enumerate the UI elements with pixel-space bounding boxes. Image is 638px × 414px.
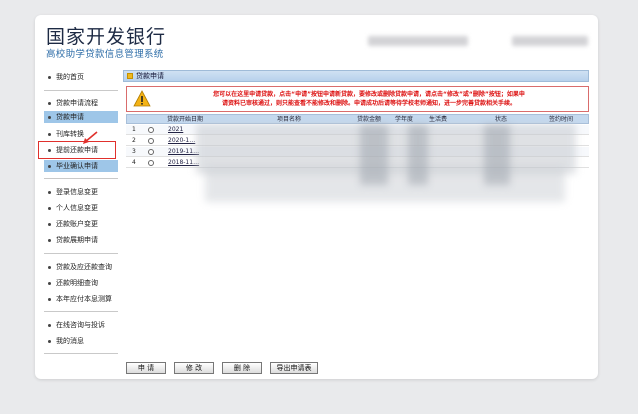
sidebar-divider (44, 311, 118, 312)
warning-icon (133, 90, 151, 107)
sidebar-item-label: 登录信息变更 (56, 188, 98, 196)
sidebar-item-account-change[interactable]: 还款账户变更 (44, 218, 118, 230)
sidebar-item-label: 我的首页 (56, 73, 84, 81)
sidebar-item-loan-query[interactable]: 贷款及应还款查询 (44, 261, 118, 273)
notice-box: 您可以在这里申请贷款，点击“申请”按钮申请新贷款，要修改或删除贷款申请，请点击“… (126, 86, 589, 112)
sidebar-item-label: 刊库转换 (56, 130, 84, 138)
row-select-radio[interactable] (148, 160, 154, 166)
sidebar-divider (44, 90, 118, 91)
bullet-icon (48, 164, 51, 168)
bullet-icon (48, 281, 51, 285)
sidebar-item-personal-change[interactable]: 个人信息变更 (44, 202, 118, 214)
bullet-icon (48, 323, 51, 327)
table-header-row: 贷款开始日期 项目名称 贷款金额 学年度 生活费 状态 签约时间 (126, 114, 589, 124)
bullet-icon (48, 132, 51, 136)
row-select-radio[interactable] (148, 127, 154, 133)
row-select-radio[interactable] (148, 149, 154, 155)
col-header-start-date: 贷款开始日期 (167, 116, 204, 123)
col-header-status: 状态 (495, 116, 508, 123)
bullet-icon (48, 75, 51, 79)
sidebar-item-repay-detail[interactable]: 还款明细查询 (44, 277, 118, 289)
sidebar-item-interest-calc[interactable]: 本年应付本息测算 (44, 293, 118, 305)
sidebar-item-label: 贷款及应还款查询 (56, 263, 112, 271)
row-number: 3 (132, 148, 136, 155)
bullet-icon (48, 265, 51, 269)
annotation-arrow-icon (83, 131, 98, 144)
export-button[interactable]: 导出申请表 (270, 362, 318, 374)
sidebar-item-label: 个人信息变更 (56, 204, 98, 212)
bullet-icon (48, 297, 51, 301)
row-number: 1 (132, 126, 136, 133)
col-header-living-cost: 生活费 (429, 116, 448, 123)
redacted-table-data (360, 125, 388, 185)
row-select-radio[interactable] (148, 138, 154, 144)
sidebar-divider (44, 253, 118, 254)
sidebar-item-label: 我的消息 (56, 337, 84, 345)
sidebar-item-messages[interactable]: 我的消息 (44, 335, 118, 347)
bullet-icon (48, 190, 51, 194)
bullet-icon (48, 101, 51, 105)
redacted-table-data (484, 125, 510, 185)
panel-title-icon (127, 73, 133, 79)
user-info-blurred (368, 36, 468, 46)
row-start-date-link[interactable]: 2021 (168, 125, 183, 135)
sidebar-item-label: 还款明细查询 (56, 279, 98, 287)
sidebar-item-label: 在线咨询与投诉 (56, 321, 105, 329)
bullet-icon (48, 222, 51, 226)
sidebar-item-conversion[interactable]: 刊库转换 (44, 128, 118, 140)
sidebar-item-loan-apply[interactable]: 贷款申请 (44, 111, 118, 123)
col-header-project-name: 项目名称 (277, 116, 302, 123)
row-start-date-link[interactable]: 2018-11… (168, 158, 199, 168)
bullet-icon (48, 339, 51, 343)
notice-line-2: 请资料已审核通过，则只能查看不能修改和删除。申请成功后请等待学校老师通知，进一步… (221, 100, 516, 107)
panel-title: 贷款申请 (136, 72, 164, 80)
bullet-icon (48, 238, 51, 242)
row-number: 2 (132, 137, 136, 144)
notice-line-1: 您可以在这里申请贷款，点击“申请”按钮申请新贷款，要修改或删除贷款申请，请点击“… (213, 91, 525, 98)
sidebar-item-label: 贷款展期申请 (56, 236, 98, 244)
sidebar-item-label: 毕业确认申请 (56, 162, 98, 170)
sidebar-item-consult[interactable]: 在线咨询与投诉 (44, 319, 118, 331)
notice-text: 您可以在这里申请贷款，点击“申请”按钮申请新贷款，要修改或删除贷款申请，请点击“… (151, 90, 587, 108)
annotation-highlight-box (38, 141, 116, 159)
col-header-amount: 贷款金额 (357, 116, 382, 123)
sidebar-item-login-change[interactable]: 登录信息变更 (44, 186, 118, 198)
row-start-date-link[interactable]: 2020-1… (168, 136, 195, 146)
panel-header: 贷款申请 (123, 70, 589, 82)
redacted-table-data (408, 125, 428, 185)
sidebar-item-label: 本年应付本息测算 (56, 295, 112, 303)
sidebar-item-label: 还款账户变更 (56, 220, 98, 228)
apply-button[interactable]: 申 请 (126, 362, 166, 374)
sidebar-item-extension[interactable]: 贷款展期申请 (44, 234, 118, 246)
sidebar-item-loan-process[interactable]: 贷款申请流程 (44, 97, 118, 109)
sidebar-item-home[interactable]: 我的首页 (44, 71, 118, 83)
bullet-icon (48, 206, 51, 210)
system-subtitle: 高校助学贷款信息管理系统 (46, 49, 164, 60)
row-start-date-link[interactable]: 2019-11… (168, 147, 199, 157)
sidebar-item-graduation-confirm[interactable]: 毕业确认申请 (44, 160, 118, 172)
col-header-sign-time: 签约时间 (549, 116, 574, 123)
delete-button[interactable]: 删 除 (222, 362, 262, 374)
sidebar-divider (44, 178, 118, 179)
row-number: 4 (132, 159, 136, 166)
bank-logo-title: 国家开发银行 (46, 26, 167, 48)
col-header-school-year: 学年度 (395, 116, 414, 123)
bullet-icon (48, 115, 51, 119)
sidebar-item-label: 贷款申请流程 (56, 99, 98, 107)
sidebar-item-label: 贷款申请 (56, 113, 84, 121)
edit-button[interactable]: 修 改 (174, 362, 214, 374)
sidebar-divider (44, 353, 118, 354)
logout-blurred[interactable] (512, 36, 588, 46)
